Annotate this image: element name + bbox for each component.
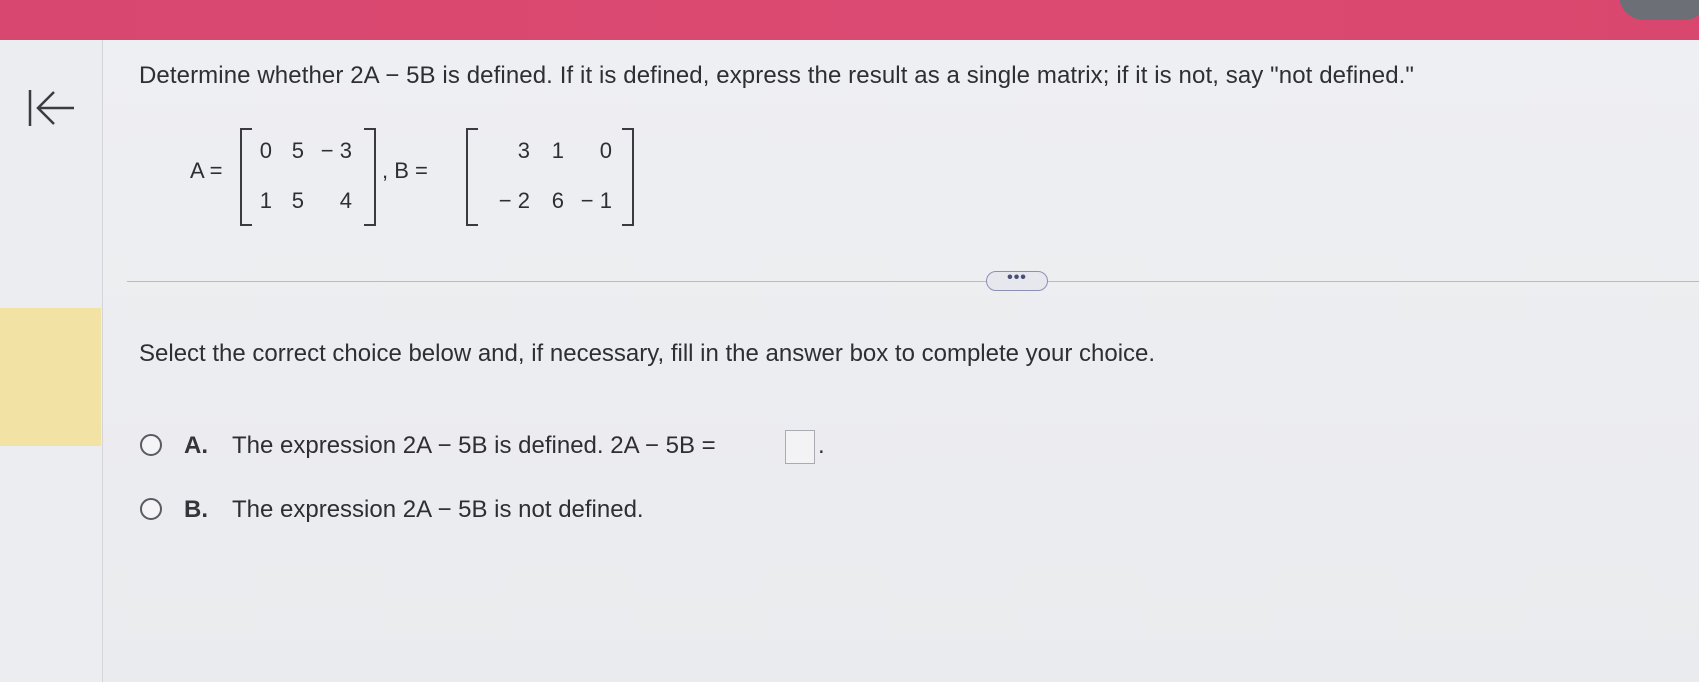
matrix-b-label: , B = — [382, 158, 428, 183]
matrix-definitions: A = 0 5 − 3 1 5 4 , B = 3 1 0 − 2 6 − 1 — [190, 122, 690, 232]
matrix-a-cell: 5 — [291, 188, 304, 213]
answer-box[interactable] — [785, 430, 815, 464]
matrix-b-cell: 1 — [551, 138, 564, 163]
top-bar-knob — [1619, 0, 1699, 20]
question-prompt: Determine whether 2A − 5B is defined. If… — [139, 62, 1415, 89]
choice-b-text: The expression 2A − 5B is not defined. — [232, 496, 644, 523]
choice-a-radio[interactable] — [140, 434, 162, 456]
matrix-b-cell: 6 — [551, 188, 564, 213]
choice-a-letter: A. — [184, 432, 208, 459]
matrix-b-right-bracket — [622, 128, 634, 226]
matrix-a-cell: 5 — [291, 138, 304, 163]
matrix-b-cell: − 1 — [580, 188, 612, 213]
collapse-left-arrow-icon[interactable] — [26, 86, 78, 130]
matrix-b-cell: 0 — [599, 138, 612, 163]
matrix-b-left-bracket — [466, 128, 478, 226]
matrix-a-cell: 4 — [339, 188, 352, 213]
choice-b-letter: B. — [184, 496, 208, 523]
highlight-marker — [0, 308, 101, 446]
more-button[interactable]: ••• — [986, 270, 1048, 291]
matrix-a-label: A = — [190, 158, 223, 183]
choice-a-period: . — [818, 432, 825, 459]
choice-a[interactable]: A. The expression 2A − 5B is defined. 2A… — [140, 430, 1040, 466]
choice-b[interactable]: B. The expression 2A − 5B is not defined… — [140, 494, 1040, 530]
choice-a-text: The expression 2A − 5B is defined. 2A − … — [232, 432, 716, 459]
matrix-a-cell: − 3 — [320, 138, 352, 163]
instructions-text: Select the correct choice below and, if … — [139, 340, 1156, 367]
section-divider — [127, 281, 1699, 282]
matrix-a-right-bracket — [364, 128, 376, 226]
choice-b-radio[interactable] — [140, 498, 162, 520]
